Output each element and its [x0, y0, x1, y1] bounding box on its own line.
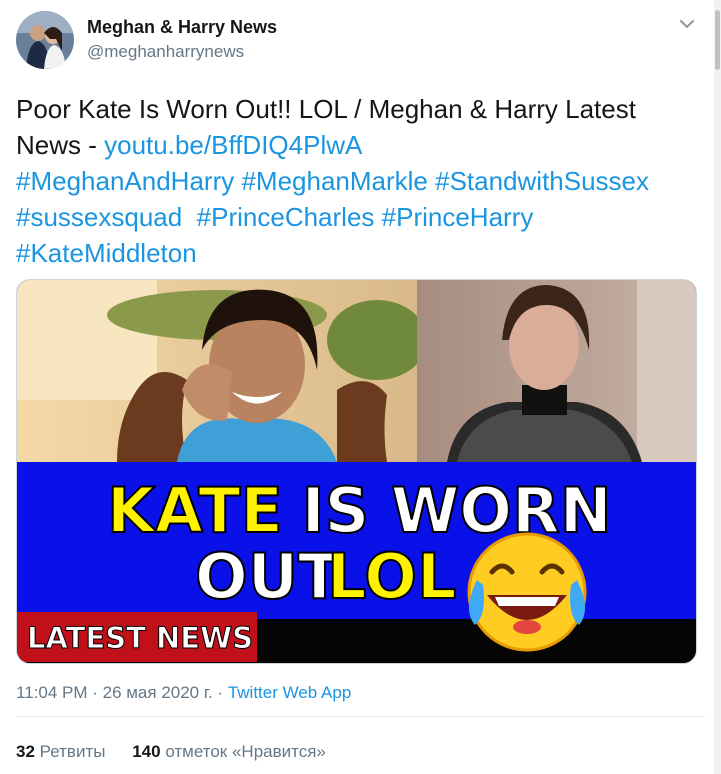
- latest-news-label: LATEST NEWS: [27, 621, 253, 655]
- retweets-label: Ретвиты: [39, 742, 106, 761]
- retweets-count: 32: [16, 742, 35, 761]
- laughing-emoji-icon: [467, 532, 587, 652]
- retweets-stat[interactable]: 32 Ретвиты: [16, 742, 105, 762]
- scrollbar-track[interactable]: [714, 0, 721, 774]
- likes-label: отметок «Нравится»: [165, 742, 326, 761]
- likes-stat[interactable]: 140 отметок «Нравится»: [132, 742, 326, 762]
- headline-kate: KATE: [107, 474, 283, 547]
- photo-right: [417, 280, 696, 462]
- scrollbar-thumb[interactable]: [715, 10, 720, 70]
- author-name[interactable]: Meghan & Harry News: [87, 17, 277, 38]
- tweet-text-line: Poor Kate Is Worn Out!! LOL / Meghan & H…: [16, 94, 636, 124]
- likes-count: 140: [132, 742, 161, 761]
- media-thumbnail[interactable]: KATE IS WORN OUT LOL LATEST NEWS: [16, 279, 697, 664]
- tweet-card: Meghan & Harry News @meghanharrynews Poo…: [0, 0, 721, 774]
- divider: [16, 716, 705, 717]
- author-handle[interactable]: @meghanharrynews: [87, 42, 244, 62]
- hashtags-line[interactable]: #MeghanAndHarry #MeghanMarkle #Standwith…: [16, 163, 706, 199]
- tweet-source-link[interactable]: Twitter Web App: [228, 683, 351, 702]
- tweet-timestamp[interactable]: 11:04 PM · 26 мая 2020 г. ·: [16, 683, 228, 702]
- headline-lol: LOL: [327, 540, 457, 613]
- tweet-text: Poor Kate Is Worn Out!! LOL / Meghan & H…: [16, 91, 706, 271]
- video-link[interactable]: youtu.be/BffDIQ4PlwA: [104, 130, 362, 160]
- headline-is-worn: IS WORN: [280, 474, 612, 547]
- avatar[interactable]: [16, 11, 74, 69]
- chevron-down-icon[interactable]: [676, 16, 698, 32]
- tweet-meta: 11:04 PM · 26 мая 2020 г. · Twitter Web …: [16, 683, 351, 703]
- tweet-text-line: News - youtu.be/BffDIQ4PlwA: [16, 127, 706, 163]
- hashtag-kate-middleton[interactable]: #KateMiddleton: [16, 235, 706, 271]
- tweet-stats: 32 Ретвиты 140 отметок «Нравится»: [16, 742, 348, 762]
- hashtags-line[interactable]: #sussexsquad #PrinceCharles #PrinceHarry: [16, 199, 706, 235]
- tweet-text-fragment: News -: [16, 130, 105, 160]
- photo-left: [17, 280, 427, 462]
